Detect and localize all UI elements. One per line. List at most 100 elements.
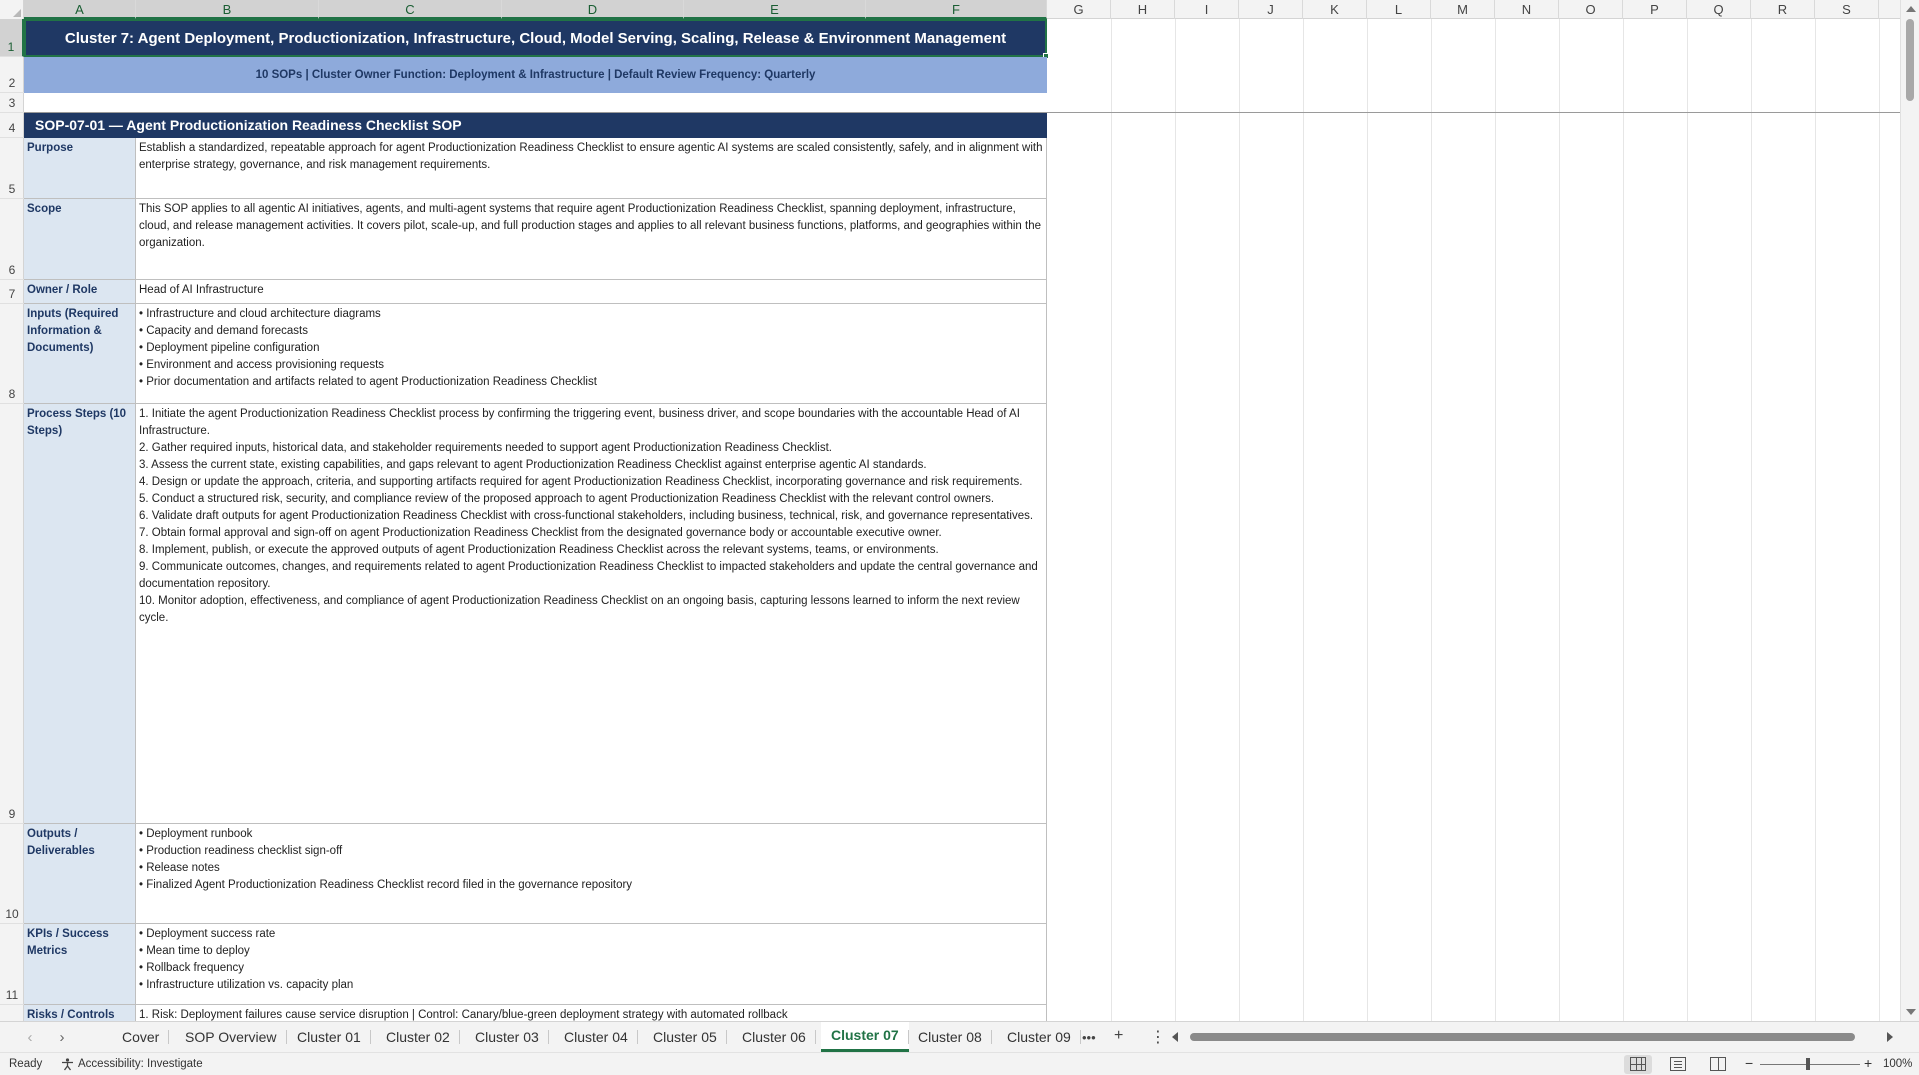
horizontal-scrollbar[interactable] — [1172, 1030, 1893, 1044]
owner-label[interactable]: Owner / Role — [24, 280, 136, 304]
inputs-label[interactable]: Inputs (Required Information & Documents… — [24, 304, 136, 404]
accessibility-icon[interactable] — [61, 1058, 74, 1074]
spreadsheet-app: A B C D E F G H I J K L M N O P Q R S 1 … — [0, 0, 1919, 1075]
list-item: • Infrastructure utilization vs. capacit… — [139, 979, 354, 991]
sheet-tab[interactable]: Cluster 09 — [997, 1022, 1081, 1052]
scroll-left-icon[interactable] — [1172, 1032, 1178, 1042]
normal-view-icon[interactable] — [1630, 1057, 1646, 1071]
row-header[interactable]: 6 — [0, 199, 24, 280]
sheet-tab-active[interactable]: Cluster 07 — [821, 1022, 909, 1052]
zoom-out-button[interactable]: − — [1745, 1055, 1753, 1071]
row-header[interactable]: 7 — [0, 280, 24, 304]
process-step: 2. Gather required inputs, historical da… — [139, 442, 832, 454]
process-step: 7. Obtain formal approval and sign-off o… — [139, 527, 942, 539]
column-header[interactable]: P — [1623, 0, 1687, 19]
more-sheets-icon[interactable]: ••• — [1082, 1030, 1096, 1045]
row-header[interactable]: 4 — [0, 113, 24, 138]
column-header[interactable]: H — [1111, 0, 1175, 19]
next-sheet-button[interactable]: › — [52, 1029, 72, 1046]
column-header[interactable]: D — [502, 0, 684, 19]
row-header[interactable]: 8 — [0, 304, 24, 404]
zoom-slider-thumb[interactable] — [1806, 1058, 1810, 1070]
row-header[interactable]: 10 — [0, 824, 24, 924]
vertical-scroll-thumb[interactable] — [1906, 19, 1914, 101]
outputs-label[interactable]: Outputs / Deliverables — [24, 824, 136, 924]
column-header[interactable]: F — [866, 0, 1047, 19]
page-break-icon[interactable] — [1710, 1057, 1726, 1071]
row-header[interactable]: 2 — [0, 57, 24, 93]
column-header[interactable]: Q — [1687, 0, 1751, 19]
list-item: • Environment and access provisioning re… — [139, 359, 385, 371]
sheet-tab[interactable]: Cluster 05 — [643, 1022, 727, 1052]
process-value[interactable]: 1. Initiate the agent Productionization … — [136, 404, 1047, 824]
status-bar: Ready Accessibility: Investigate − + 100… — [0, 1052, 1919, 1075]
sheet-tab[interactable]: Cluster 08 — [908, 1022, 992, 1052]
kpis-label[interactable]: KPIs / Success Metrics — [24, 924, 136, 1005]
row-header[interactable]: 1 — [0, 19, 24, 57]
scope-value[interactable]: This SOP applies to all agentic AI initi… — [136, 199, 1047, 280]
sheet-tab[interactable]: Cluster 02 — [376, 1022, 460, 1052]
horizontal-scroll-thumb[interactable] — [1190, 1033, 1855, 1041]
list-item: • Prior documentation and artifacts rela… — [139, 376, 597, 388]
vertical-scrollbar[interactable] — [1900, 0, 1919, 1021]
process-step: 3. Assess the current state, existing ca… — [139, 459, 927, 471]
column-header[interactable]: K — [1303, 0, 1367, 19]
sheet-tab[interactable]: Cover — [112, 1022, 170, 1052]
zoom-in-button[interactable]: + — [1864, 1055, 1872, 1071]
outputs-value[interactable]: • Deployment runbook • Production readin… — [136, 824, 1047, 924]
zoom-level[interactable]: 100% — [1883, 1058, 1912, 1070]
column-header[interactable]: O — [1559, 0, 1623, 19]
process-step: 9. Communicate outcomes, changes, and re… — [139, 561, 1038, 590]
column-header[interactable]: M — [1431, 0, 1495, 19]
select-all-corner[interactable] — [0, 0, 24, 19]
status-ready: Ready — [9, 1058, 43, 1070]
tab-options-icon[interactable]: ⋮ — [1150, 1027, 1166, 1047]
row-header[interactable]: 9 — [0, 404, 24, 824]
purpose-label[interactable]: Purpose — [24, 138, 136, 199]
sheet-tab[interactable]: Cluster 01 — [287, 1022, 371, 1052]
process-label[interactable]: Process Steps (10 Steps) — [24, 404, 136, 824]
column-header[interactable]: J — [1239, 0, 1303, 19]
sheet-tab[interactable]: SOP Overview — [175, 1022, 287, 1052]
scroll-right-icon[interactable] — [1887, 1032, 1893, 1042]
column-header[interactable]: S — [1815, 0, 1879, 19]
process-step: 10. Monitor adoption, effectiveness, and… — [139, 595, 1020, 624]
sheet-tab[interactable]: Cluster 04 — [554, 1022, 638, 1052]
sheet-tab-bar: ‹ › Cover SOP Overview Cluster 01 Cluste… — [0, 1021, 1919, 1052]
column-header[interactable]: L — [1367, 0, 1431, 19]
purpose-value[interactable]: Establish a standardized, repeatable app… — [136, 138, 1047, 199]
column-header[interactable]: C — [319, 0, 502, 19]
scope-label[interactable]: Scope — [24, 199, 136, 280]
column-header[interactable]: R — [1751, 0, 1815, 19]
worksheet-grid[interactable]: Cluster 7: Agent Deployment, Productioni… — [24, 19, 1900, 1021]
inputs-value[interactable]: • Infrastructure and cloud architecture … — [136, 304, 1047, 404]
zoom-slider[interactable] — [1760, 1064, 1860, 1065]
scroll-up-icon[interactable] — [1906, 6, 1916, 12]
list-item: • Release notes — [139, 862, 220, 874]
sheet-tab[interactable]: Cluster 06 — [732, 1022, 816, 1052]
cluster-title-cell[interactable]: Cluster 7: Agent Deployment, Productioni… — [24, 19, 1047, 57]
owner-value[interactable]: Head of AI Infrastructure — [136, 280, 1047, 304]
column-header[interactable]: G — [1047, 0, 1111, 19]
add-sheet-button[interactable]: + — [1114, 1027, 1123, 1045]
row-header-bar: 1 2 3 4 5 6 7 8 9 10 11 — [0, 19, 24, 1021]
accessibility-status[interactable]: Accessibility: Investigate — [78, 1058, 203, 1070]
page-layout-icon[interactable] — [1670, 1057, 1686, 1071]
column-header[interactable]: E — [684, 0, 866, 19]
risks-value[interactable]: 1. Risk: Deployment failures cause servi… — [136, 1005, 1047, 1021]
scroll-down-icon[interactable] — [1906, 1009, 1916, 1015]
row-header[interactable]: 5 — [0, 138, 24, 199]
column-header[interactable]: N — [1495, 0, 1559, 19]
column-header[interactable]: A — [24, 0, 136, 19]
sheet-tab[interactable]: Cluster 03 — [465, 1022, 549, 1052]
row-header[interactable]: 3 — [0, 93, 24, 113]
row-header[interactable]: 11 — [0, 924, 24, 1005]
prev-sheet-button[interactable]: ‹ — [20, 1029, 40, 1046]
kpis-value[interactable]: • Deployment success rate • Mean time to… — [136, 924, 1047, 1005]
column-header[interactable]: I — [1175, 0, 1239, 19]
cluster-subtitle-cell[interactable]: 10 SOPs | Cluster Owner Function: Deploy… — [24, 57, 1047, 93]
sop-header-cell[interactable]: SOP-07-01 — Agent Productionization Read… — [24, 113, 1047, 138]
risks-label[interactable]: Risks / Controls — [24, 1005, 136, 1021]
column-header[interactable]: B — [136, 0, 319, 19]
list-item: • Deployment runbook — [139, 828, 253, 840]
